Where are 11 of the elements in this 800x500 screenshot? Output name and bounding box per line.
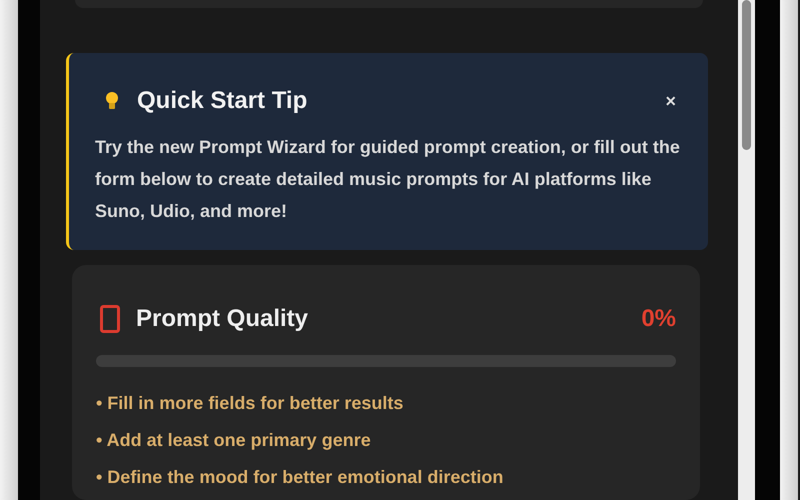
suggestion-text: • Fill in more fields for better results <box>96 393 404 414</box>
suggestion-text: • Add at least one primary genre <box>96 430 372 451</box>
scrollbar-thumb[interactable] <box>742 0 751 150</box>
phone-icon <box>100 305 120 333</box>
quality-title: Prompt Quality <box>136 305 310 333</box>
tip-text: Try the new Prompt Wizard for guided prompt creation, or fill out the form below to create detailed music prompts for AI platforms like Suno, Udio, and more! <box>95 136 681 223</box>
tip-title: Quick Start Tip <box>137 87 308 115</box>
close-button[interactable]: × <box>655 90 686 112</box>
quality-score: 0% <box>641 305 676 333</box>
suggestion-text: • Define the mood for better emotional direction <box>96 467 504 488</box>
lightbulb-icon <box>105 91 119 111</box>
